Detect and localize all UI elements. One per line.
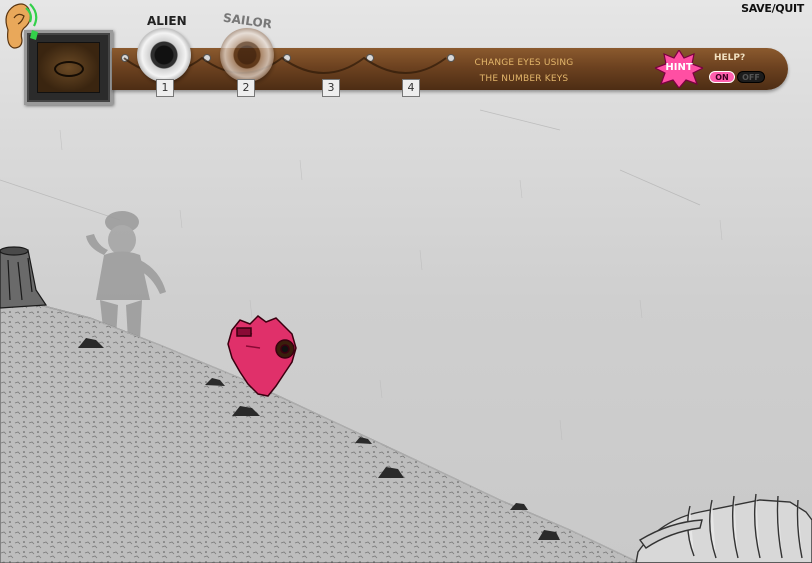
eye-name-alien: ALIEN (147, 14, 187, 28)
help-on-toggle[interactable]: ON (709, 71, 735, 83)
hillside (0, 299, 641, 563)
alien-eye-icon[interactable] (137, 28, 191, 82)
instruction-line-1: CHANGE EYES USING (474, 58, 574, 68)
instruction-text: CHANGE EYES USING THE NUMBER KEYS (468, 55, 580, 87)
skeleton-bones (635, 493, 812, 563)
portrait-image (37, 42, 100, 93)
fish-icon (54, 61, 84, 77)
eye-key-1[interactable]: 1 (156, 79, 174, 97)
eye-key-4[interactable]: 4 (402, 79, 420, 97)
sailor-eye-icon[interactable] (220, 28, 274, 82)
hint-label: HINT (665, 62, 693, 73)
game-scene[interactable]: SAVE/QUIT ALIEN 1 SAILOR 2 3 4 CHANGE EY… (0, 0, 812, 563)
eye-key-3[interactable]: 3 (322, 79, 340, 97)
help-off-toggle[interactable]: OFF (737, 71, 765, 83)
hint-button[interactable]: HINT (655, 50, 703, 88)
help-label: HELP? (714, 53, 746, 63)
ear-icon[interactable] (0, 0, 40, 52)
save-quit-button[interactable]: SAVE/QUIT (741, 2, 804, 15)
eye-key-2[interactable]: 2 (237, 79, 255, 97)
tree-stump (0, 246, 48, 309)
instruction-line-2: THE NUMBER KEYS (479, 74, 569, 84)
